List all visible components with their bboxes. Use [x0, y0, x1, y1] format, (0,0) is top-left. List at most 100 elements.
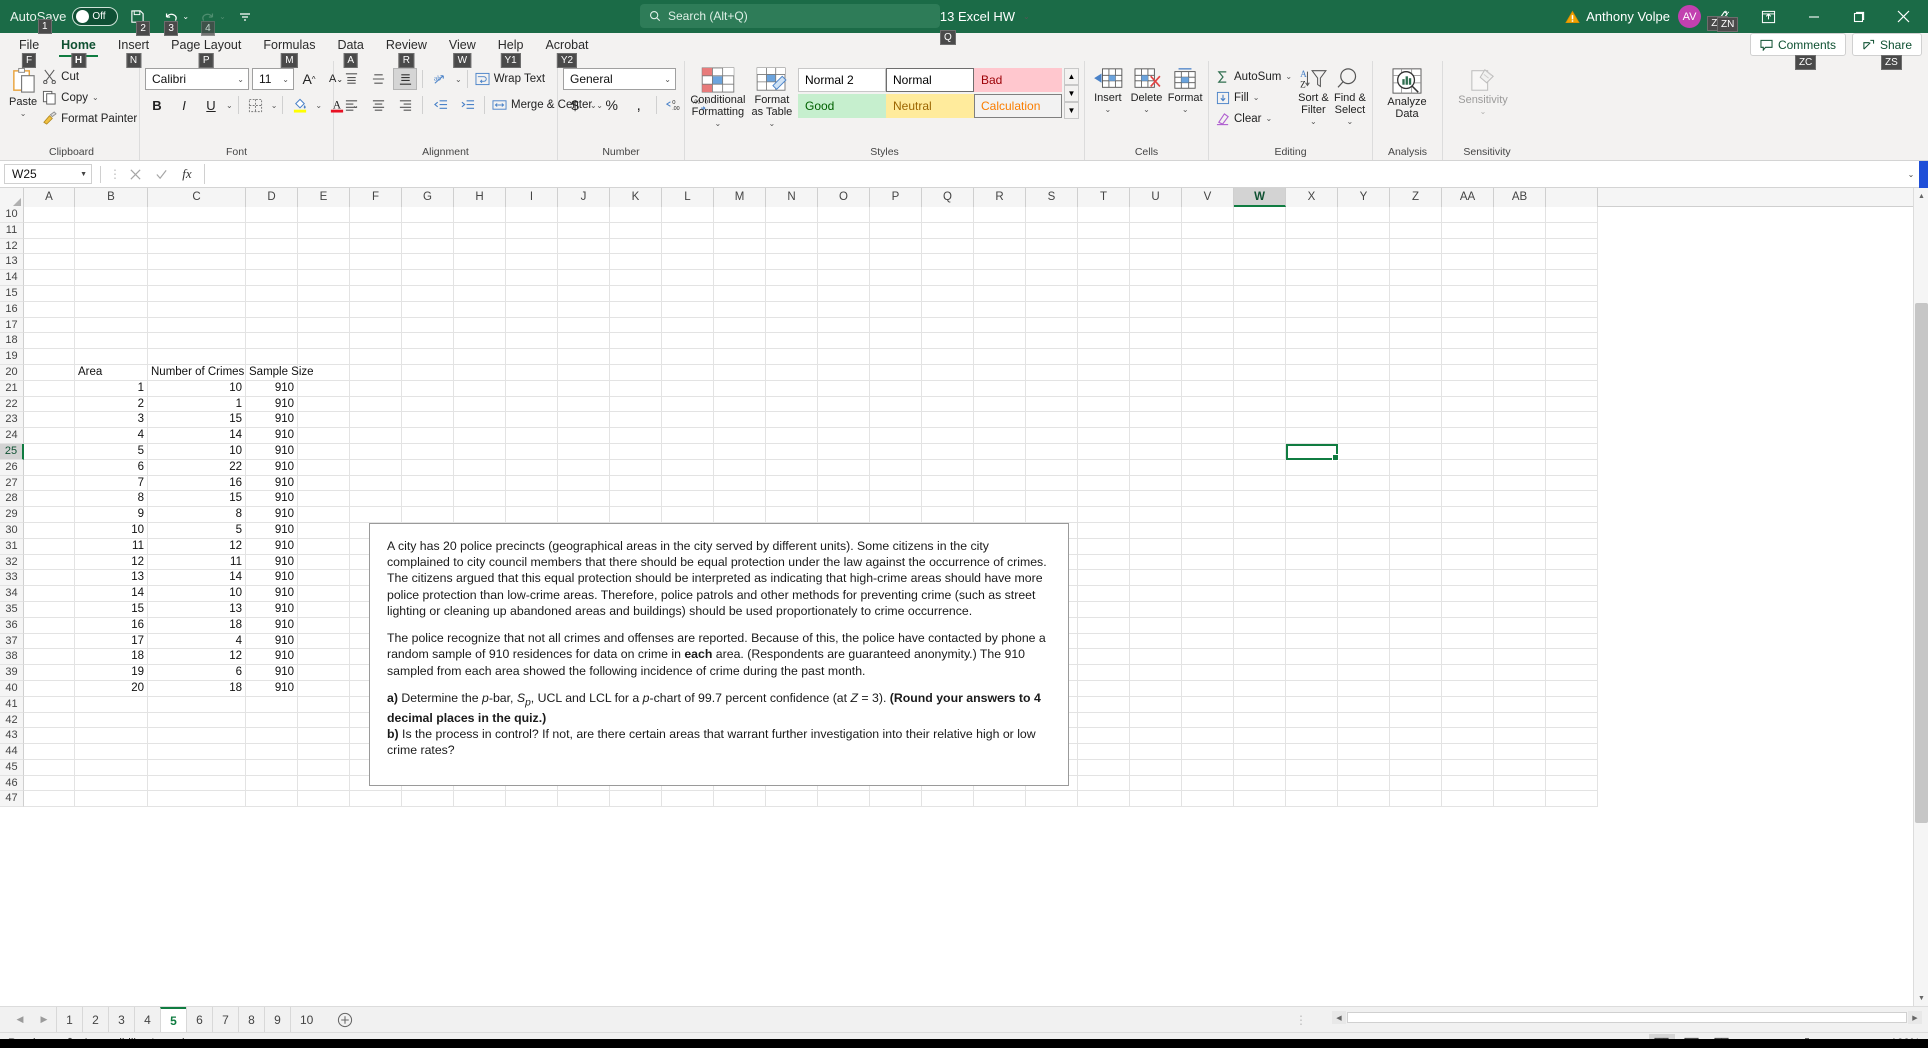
cell[interactable]	[558, 207, 610, 223]
cell[interactable]	[1078, 207, 1130, 223]
cell[interactable]	[1234, 412, 1286, 429]
cell[interactable]	[870, 459, 922, 476]
cell[interactable]	[558, 491, 610, 508]
column-header-X[interactable]: X	[1286, 188, 1338, 207]
cell[interactable]	[610, 301, 662, 318]
cell[interactable]	[454, 317, 506, 334]
cell[interactable]	[1338, 649, 1390, 666]
cell[interactable]	[1338, 744, 1390, 760]
cell[interactable]	[1390, 712, 1442, 729]
cell[interactable]	[1234, 570, 1286, 587]
cell[interactable]	[662, 364, 714, 381]
cell[interactable]	[1442, 665, 1494, 681]
cell[interactable]	[1390, 333, 1442, 350]
cell[interactable]	[1130, 554, 1182, 571]
cell[interactable]	[24, 759, 75, 776]
cell[interactable]	[24, 333, 75, 350]
column-header-S[interactable]: S	[1026, 188, 1078, 207]
cell[interactable]	[870, 222, 922, 239]
cell[interactable]	[24, 254, 75, 271]
cell[interactable]: 910	[246, 507, 298, 523]
cell[interactable]	[1338, 759, 1390, 776]
cell[interactable]	[1442, 728, 1494, 745]
cell[interactable]	[506, 222, 558, 239]
cell[interactable]	[1130, 428, 1182, 444]
cell[interactable]	[1494, 396, 1546, 413]
cell[interactable]	[1546, 285, 1598, 302]
cell[interactable]	[402, 333, 454, 350]
cut-button[interactable]: Cut	[40, 66, 139, 87]
cell[interactable]: 15	[75, 601, 148, 618]
cell[interactable]	[662, 254, 714, 271]
row-header-25[interactable]: 25	[0, 443, 24, 460]
cell[interactable]	[402, 285, 454, 302]
styles-scroll-up-button[interactable]: ▲	[1064, 68, 1079, 85]
row-header-19[interactable]: 19	[0, 349, 24, 365]
cell[interactable]	[1390, 428, 1442, 444]
cell[interactable]: 910	[246, 475, 298, 492]
cell[interactable]	[1390, 601, 1442, 618]
cell[interactable]	[1338, 522, 1390, 539]
cell[interactable]	[662, 380, 714, 397]
cell[interactable]	[766, 301, 818, 318]
cell[interactable]	[1442, 522, 1494, 539]
cell[interactable]	[1078, 254, 1130, 271]
cell[interactable]	[610, 443, 662, 460]
cell[interactable]: 8	[148, 507, 246, 523]
cell[interactable]	[1546, 680, 1598, 697]
cell[interactable]: 910	[246, 443, 298, 460]
cell[interactable]	[1338, 538, 1390, 555]
cell[interactable]	[870, 349, 922, 365]
cell[interactable]	[818, 475, 870, 492]
cell[interactable]	[1442, 617, 1494, 634]
cell[interactable]	[1494, 791, 1546, 808]
cell[interactable]	[1546, 238, 1598, 255]
format-dropdown-icon[interactable]: ⌄	[1182, 105, 1189, 114]
cell[interactable]	[1234, 696, 1286, 713]
cell[interactable]	[1390, 554, 1442, 571]
cell[interactable]	[1130, 443, 1182, 460]
cell[interactable]	[1442, 507, 1494, 523]
sheet-tab-6[interactable]: 6	[186, 1007, 212, 1032]
cell[interactable]	[298, 633, 350, 650]
cell[interactable]	[1182, 538, 1234, 555]
row-header-23[interactable]: 23	[0, 412, 24, 429]
cell[interactable]	[1286, 238, 1338, 255]
cell[interactable]	[402, 380, 454, 397]
comments-button[interactable]: Comments ZC	[1749, 33, 1846, 70]
cell[interactable]	[1078, 633, 1130, 650]
cell[interactable]	[402, 254, 454, 271]
add-sheet-button[interactable]	[332, 1009, 358, 1031]
cell[interactable]	[1286, 459, 1338, 476]
cell[interactable]	[1494, 380, 1546, 397]
cell[interactable]	[1442, 443, 1494, 460]
cell[interactable]	[1546, 633, 1598, 650]
align-center-button[interactable]	[366, 94, 390, 116]
column-header-Z[interactable]: Z	[1390, 188, 1442, 207]
cell[interactable]	[1546, 712, 1598, 729]
cell[interactable]	[1078, 396, 1130, 413]
cell[interactable]: Number of Crimes	[148, 364, 246, 381]
cell[interactable]	[1338, 570, 1390, 587]
cell[interactable]	[1390, 522, 1442, 539]
cell[interactable]	[1026, 238, 1078, 255]
cell[interactable]	[1234, 538, 1286, 555]
row-header-33[interactable]: 33	[0, 570, 24, 587]
cell[interactable]: 910	[246, 522, 298, 539]
cell[interactable]	[1286, 791, 1338, 808]
cell[interactable]	[1390, 633, 1442, 650]
cell[interactable]	[454, 270, 506, 286]
cell[interactable]	[870, 207, 922, 223]
cell[interactable]	[1078, 285, 1130, 302]
cell[interactable]	[558, 285, 610, 302]
cell[interactable]	[870, 254, 922, 271]
cell[interactable]	[662, 222, 714, 239]
cell[interactable]	[558, 428, 610, 444]
cell[interactable]	[1546, 665, 1598, 681]
cell[interactable]	[24, 443, 75, 460]
cell[interactable]	[1338, 712, 1390, 729]
cell[interactable]	[610, 254, 662, 271]
cell[interactable]	[1338, 728, 1390, 745]
cell[interactable]	[662, 428, 714, 444]
cell[interactable]	[1182, 696, 1234, 713]
